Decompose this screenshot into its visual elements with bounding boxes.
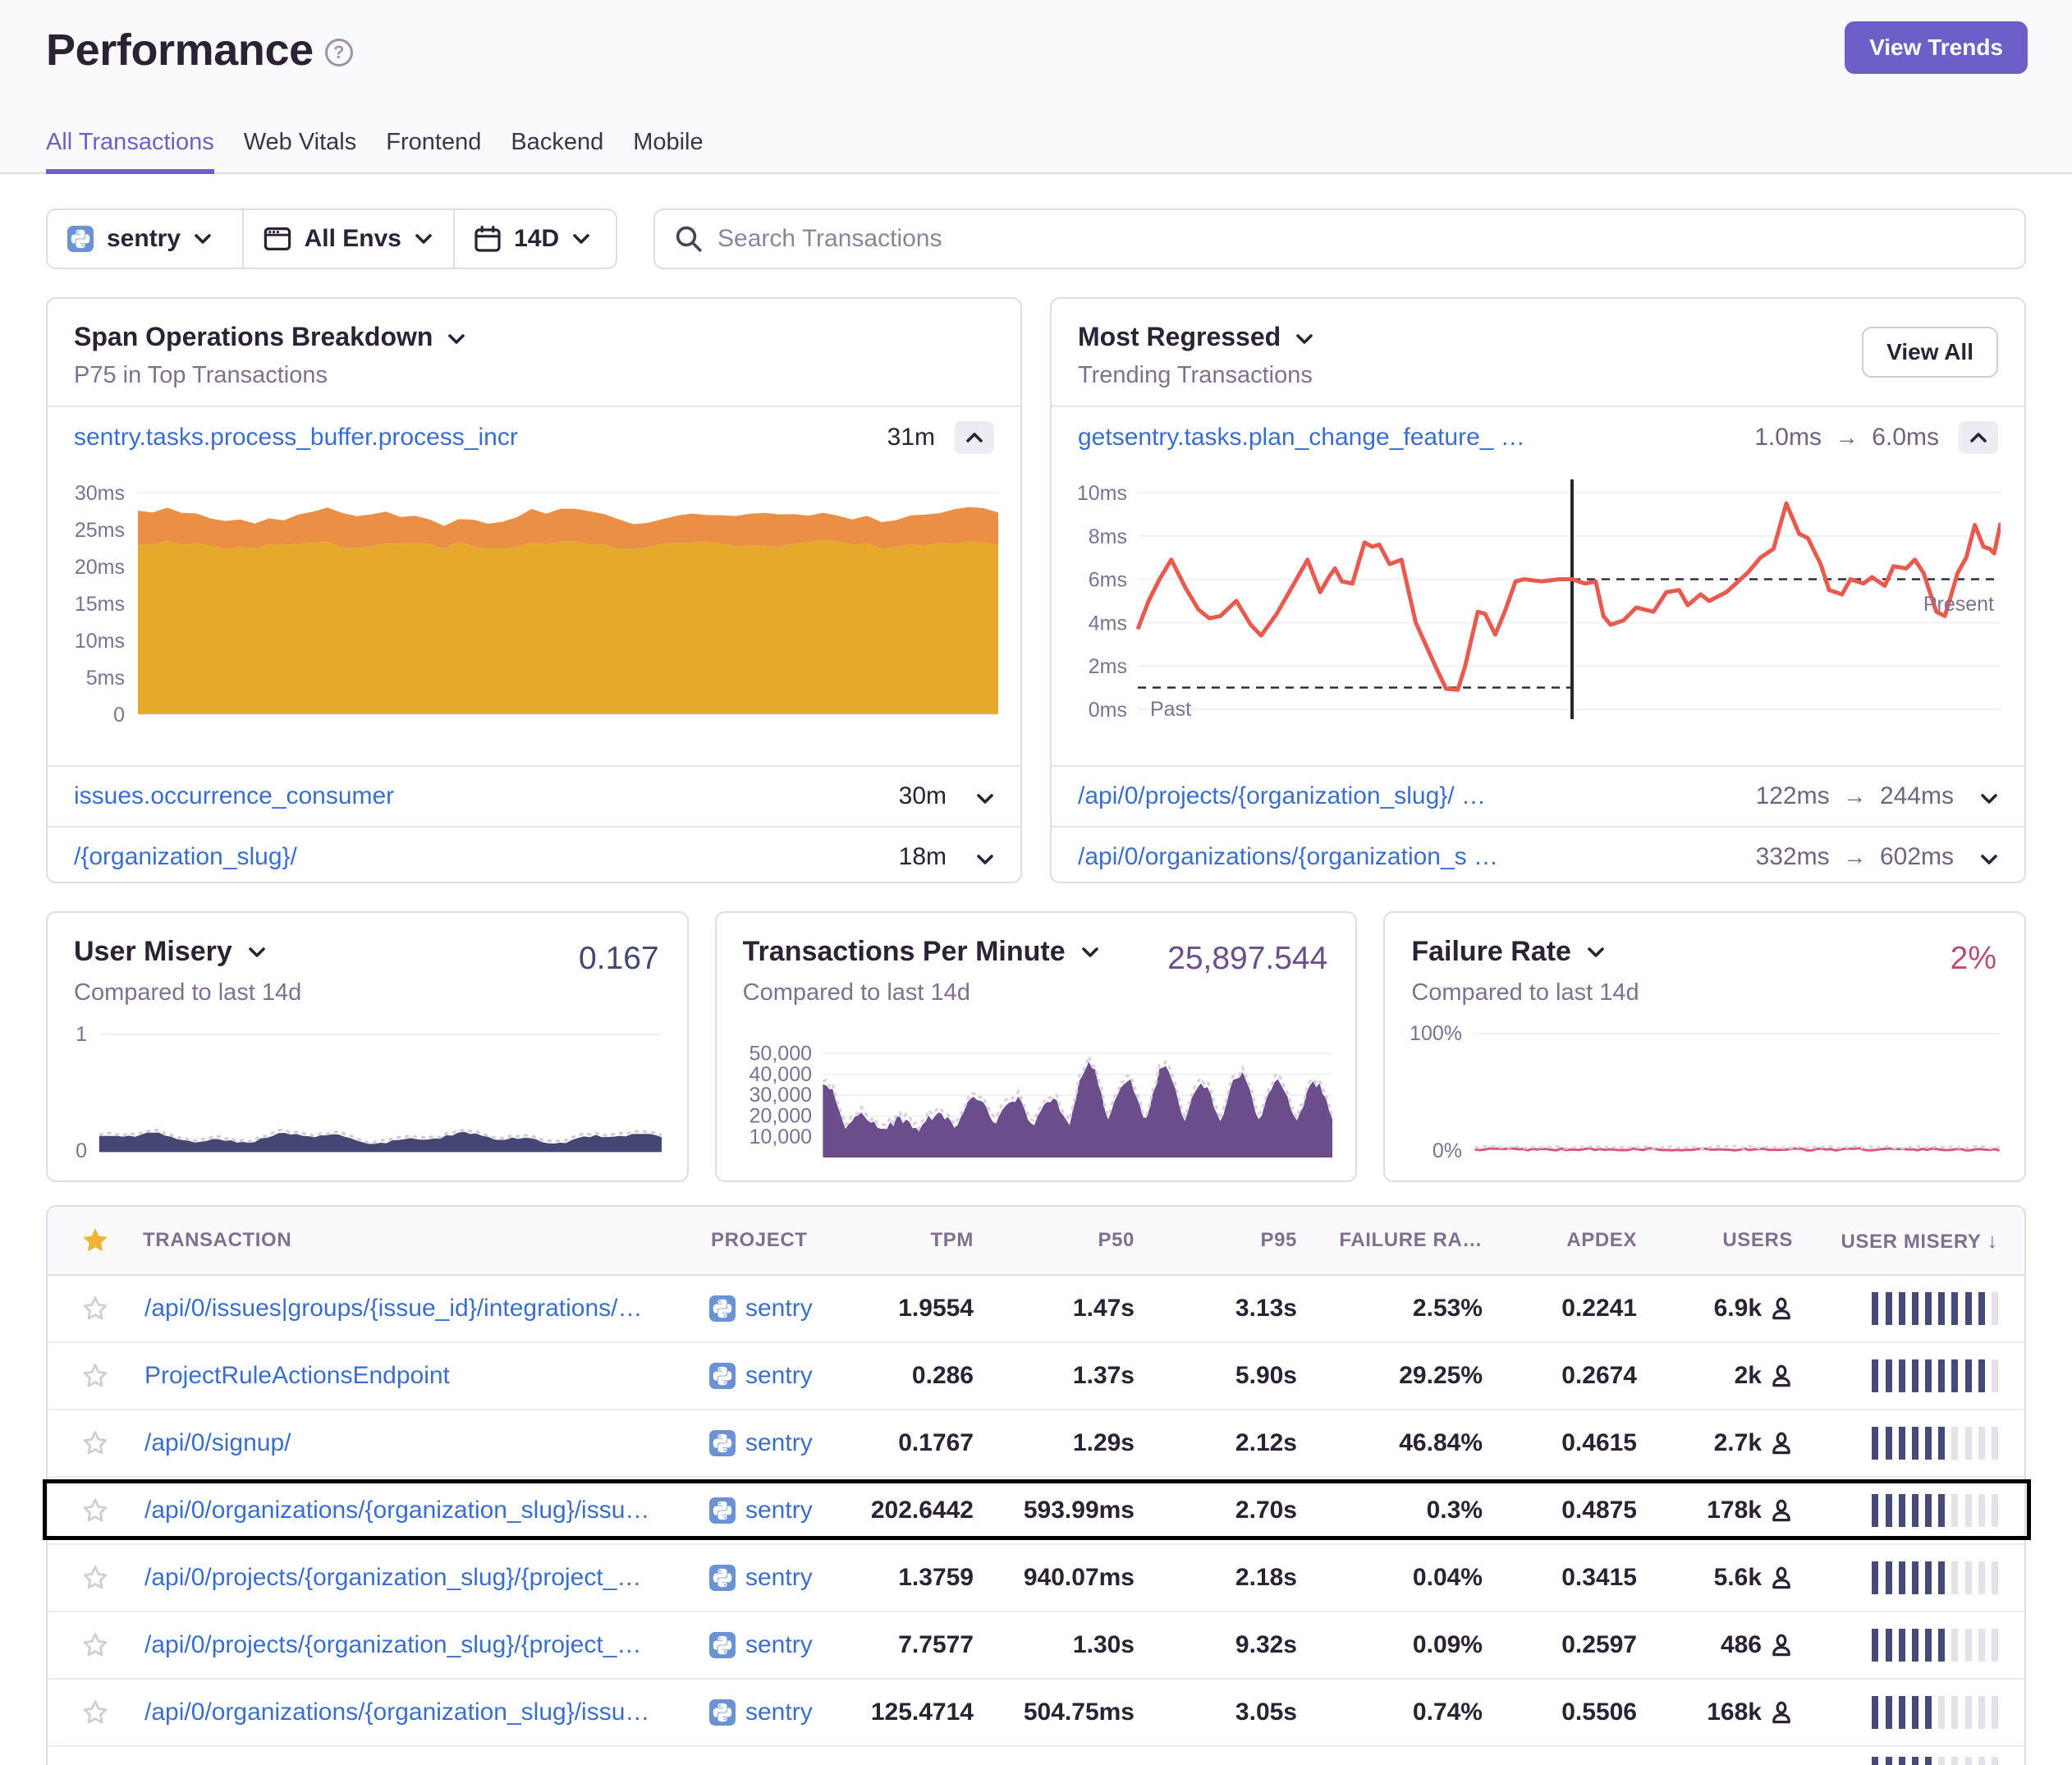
svg-text:10ms: 10ms [1078,482,1127,505]
svg-text:Past: Past [1150,698,1191,721]
svg-text:6ms: 6ms [1089,569,1127,592]
svg-text:4ms: 4ms [1089,612,1127,635]
svg-text:0: 0 [76,1139,87,1161]
svg-text:10,000: 10,000 [749,1125,811,1148]
svg-text:20,000: 20,000 [749,1105,811,1128]
svg-text:25ms: 25ms [75,519,125,542]
svg-text:5ms: 5ms [86,667,125,690]
svg-text:20ms: 20ms [75,556,125,579]
svg-text:0: 0 [113,704,125,727]
svg-text:15ms: 15ms [75,593,125,616]
svg-text:40,000: 40,000 [749,1063,811,1086]
svg-text:50,000: 50,000 [749,1042,811,1065]
svg-text:2ms: 2ms [1089,655,1127,678]
svg-text:0%: 0% [1433,1139,1462,1161]
svg-text:30,000: 30,000 [749,1084,811,1107]
svg-text:Present: Present [1923,593,1994,616]
svg-text:100%: 100% [1411,1022,1462,1045]
svg-text:8ms: 8ms [1089,525,1127,548]
svg-text:10ms: 10ms [75,630,125,653]
svg-text:30ms: 30ms [75,482,125,505]
svg-text:1: 1 [76,1023,87,1046]
svg-text:0ms: 0ms [1089,699,1127,722]
